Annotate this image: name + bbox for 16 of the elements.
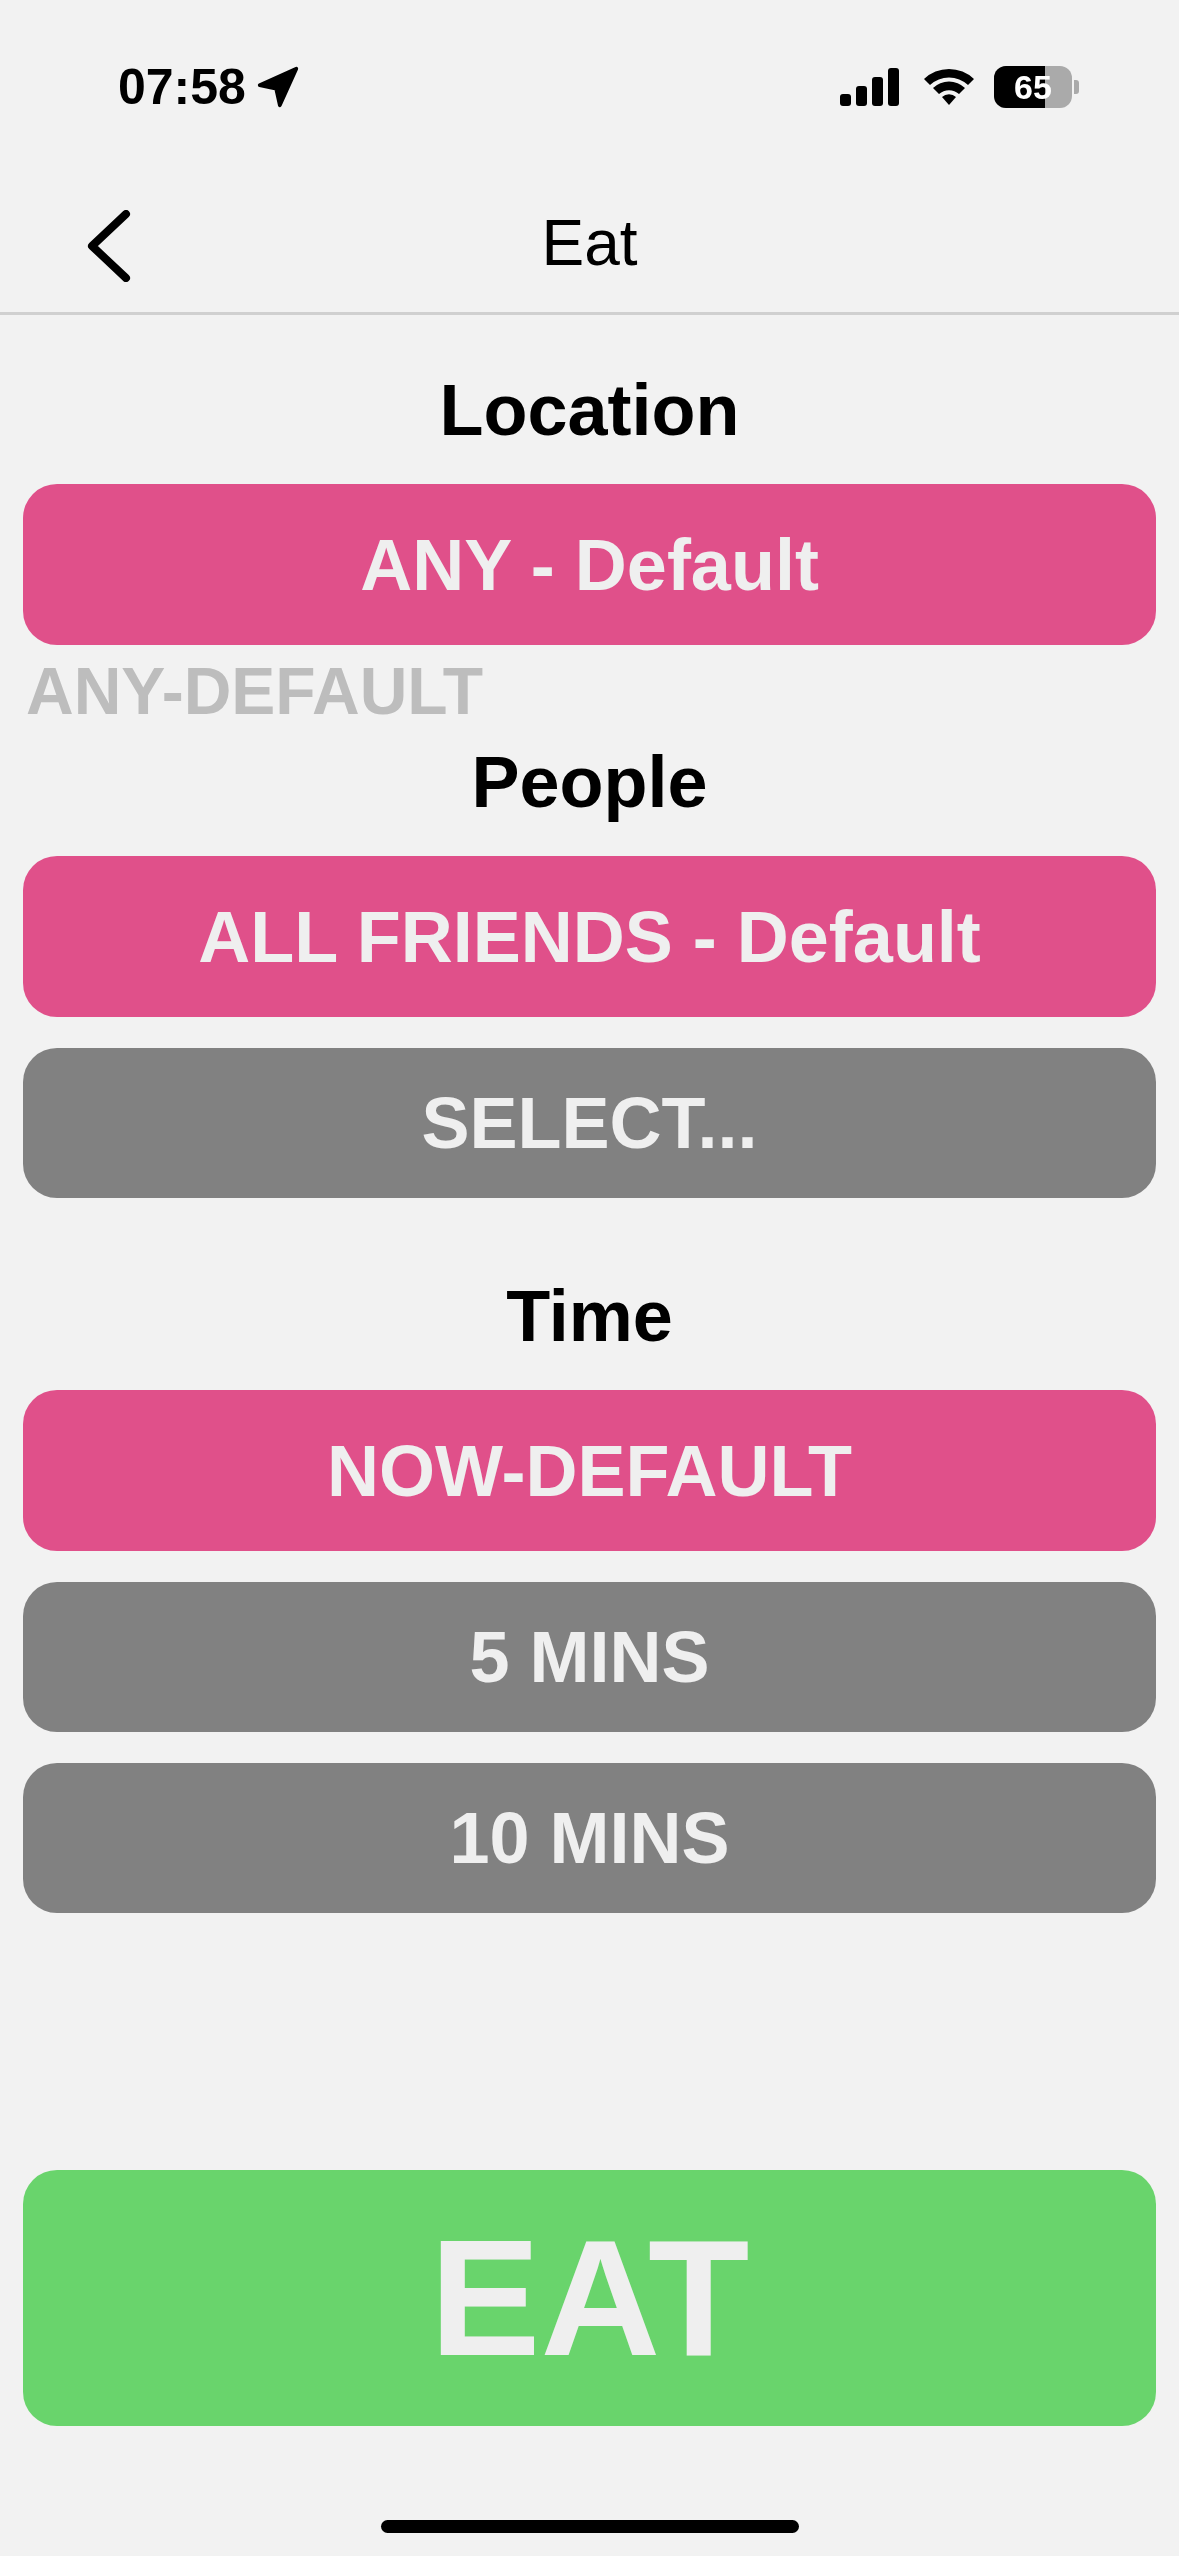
option-button[interactable]: 5 MINS [23,1582,1156,1732]
back-icon[interactable] [86,210,132,282]
option-button[interactable]: 10 MINS [23,1763,1156,1913]
location-arrow-icon [255,65,300,109]
screen-title: Eat [541,206,638,281]
option-button[interactable]: ALL FRIENDS - Default [23,856,1156,1017]
option-button[interactable]: ANY - Default [23,484,1156,645]
section-heading: Location [439,369,740,452]
section-heading: People [471,741,708,824]
signal-icon [840,68,900,106]
section-heading: Time [506,1275,673,1358]
wifi-icon [922,67,976,107]
clock-time: 07:58 [118,58,246,116]
option-button[interactable]: SELECT... [23,1048,1156,1198]
eat-button[interactable]: EAT [23,2170,1156,2426]
option-button[interactable]: NOW-DEFAULT [23,1390,1156,1551]
